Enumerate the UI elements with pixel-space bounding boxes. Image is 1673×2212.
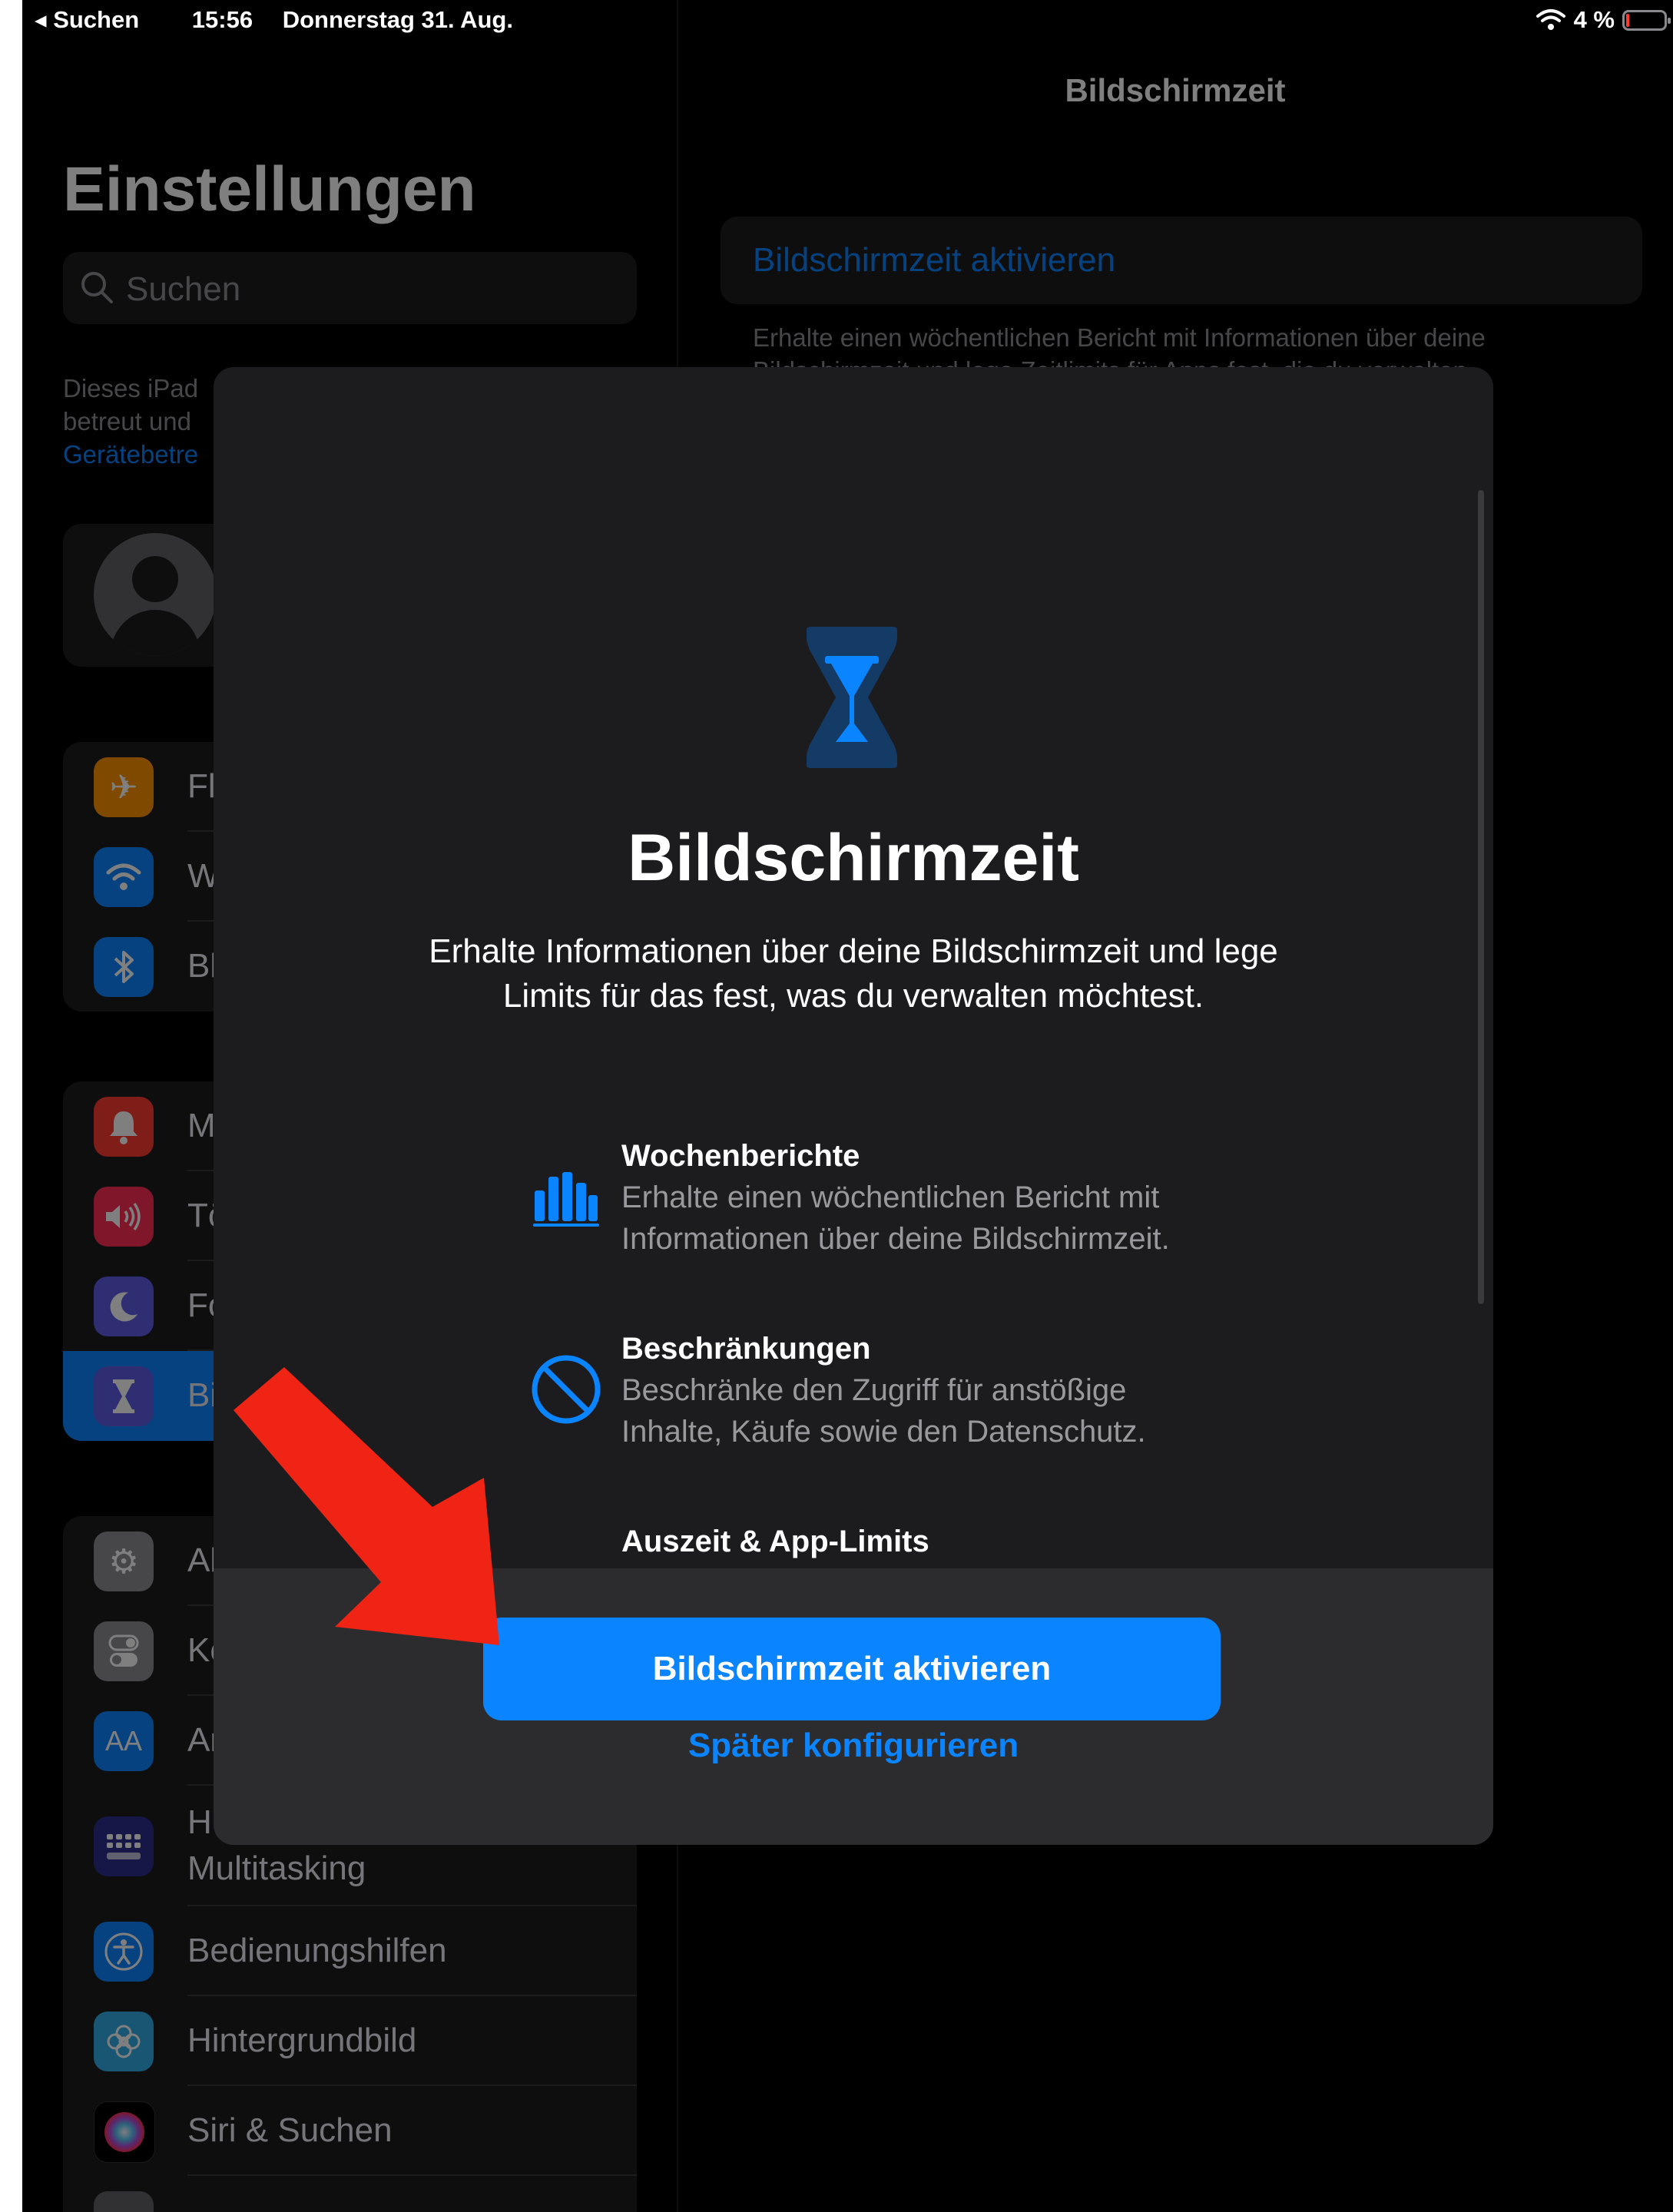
feature-description: Inhalte, Käufe sowie den Datenschutz. [621,1415,1146,1449]
feature-heading: Wochenberichte [621,1139,860,1173]
description-line: Erhalte Informationen über deine Bildsch… [429,932,1278,970]
date: Donnerstag 31. Aug. [282,6,513,33]
feature-heading: Auszeit & App-Limits [621,1525,929,1558]
battery-icon [1622,9,1671,31]
configure-later-button[interactable]: Später konfigurieren [214,1727,1493,1765]
feature-restrictions: Beschränkungen Beschränke den Zugriff fü… [621,1328,1313,1452]
prohibited-icon [532,1355,601,1424]
feature-description: Erhalte einen wöchentlichen Bericht mit [621,1181,1160,1214]
back-label: Suchen [53,6,140,33]
scroll-indicator[interactable] [1478,490,1484,1304]
description-line: Limits für das fest, was du verwalten mö… [502,977,1204,1015]
feature-heading: Beschränkungen [621,1332,871,1366]
feature-weekly-reports: Wochenberichte Erhalte einen wöchentlich… [621,1135,1313,1260]
bar-chart-icon [533,1172,599,1227]
clock: 15:56 [191,6,253,33]
battery-percent: 4 % [1573,6,1615,33]
feature-description: Beschränke den Zugriff für anstößige [621,1373,1127,1407]
back-to-app[interactable]: ◂ Suchen [35,6,162,33]
sheet-title: Bildschirmzeit [628,821,1079,895]
status-bar: ◂ Suchen 15:56 Donnerstag 31. Aug. 4 % [22,0,1673,41]
wifi-icon [1536,9,1565,30]
ipad-screen: Einstellungen Suchen Dieses iPad betreut… [22,0,1673,2212]
feature-description: Informationen über deine Bildschirmzeit. [621,1222,1170,1256]
screen-time-sheet: Bildschirmzeit Erhalte Informationen übe… [214,367,1493,1845]
sheet-description: Erhalte Informationen über deine Bildsch… [367,929,1340,1018]
hourglass-icon [807,627,897,768]
feature-downtime-app-limits: Auszeit & App-Limits [621,1521,1313,1562]
enable-screen-time-button[interactable]: Bildschirmzeit aktivieren [483,1618,1221,1720]
